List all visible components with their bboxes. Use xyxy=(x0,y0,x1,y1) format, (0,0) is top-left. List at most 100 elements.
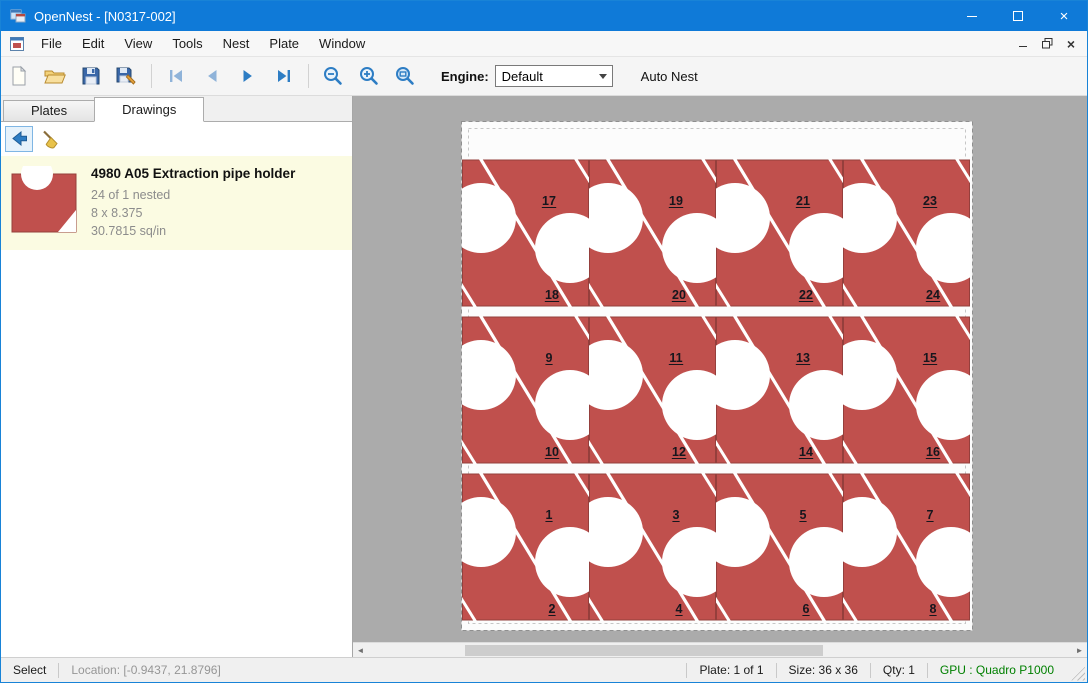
part-number-label: 22 xyxy=(799,288,813,302)
drawing-title: 4980 A05 Extraction pipe holder xyxy=(91,166,295,181)
engine-select[interactable]: Default xyxy=(495,65,613,87)
mdi-minimize-icon xyxy=(1019,46,1027,47)
part-number-label: 5 xyxy=(800,508,807,522)
app-window: OpenNest - [N0317-002] × File Edit View … xyxy=(0,0,1088,683)
minimize-icon xyxy=(967,16,977,17)
tab-plates[interactable]: Plates xyxy=(3,100,95,121)
part-number-label: 20 xyxy=(672,288,686,302)
part-number-label: 10 xyxy=(545,445,559,459)
sidebar: Plates Drawings xyxy=(1,96,353,657)
part-number-label: 7 xyxy=(927,508,934,522)
close-button[interactable]: × xyxy=(1041,1,1087,31)
zoom-in-button[interactable] xyxy=(351,60,387,92)
resize-grip[interactable] xyxy=(1070,666,1085,681)
document-icon xyxy=(9,36,25,52)
engine-selected-value: Default xyxy=(502,69,543,84)
part-number-label: 19 xyxy=(669,194,683,208)
zoom-fit-icon xyxy=(394,65,416,87)
save-button[interactable] xyxy=(73,60,109,92)
part-number-label: 4 xyxy=(676,602,683,616)
menu-tools[interactable]: Tools xyxy=(162,31,212,57)
window-title: OpenNest - [N0317-002] xyxy=(34,9,949,24)
drawing-info: 4980 A05 Extraction pipe holder 24 of 1 … xyxy=(91,166,295,240)
part-number-label: 2 xyxy=(549,602,556,616)
mdi-restore-button[interactable] xyxy=(1035,33,1059,55)
zoom-out-button[interactable] xyxy=(315,60,351,92)
part-number-label: 24 xyxy=(926,288,940,302)
save-icon xyxy=(80,65,102,87)
plate: 171819202122232491011121314151612345678 xyxy=(461,121,973,636)
save-edit-icon xyxy=(115,65,139,87)
previous-plate-button[interactable] xyxy=(194,60,230,92)
menu-plate[interactable]: Plate xyxy=(259,31,309,57)
status-plate: Plate: 1 of 1 xyxy=(687,663,775,677)
first-plate-button[interactable] xyxy=(158,60,194,92)
part-number-label: 18 xyxy=(545,288,559,302)
scroll-right-arrow-icon[interactable]: ► xyxy=(1072,643,1087,657)
part-number-label: 1 xyxy=(546,508,553,522)
clean-drawings-button[interactable] xyxy=(37,126,65,152)
new-file-button[interactable] xyxy=(1,60,37,92)
toolbar-separator xyxy=(308,64,309,88)
menu-window[interactable]: Window xyxy=(309,31,375,57)
scrollbar-thumb[interactable] xyxy=(465,645,823,656)
menu-file[interactable]: File xyxy=(31,31,72,57)
status-bar: Select Location: [-0.9437, 21.8796] Plat… xyxy=(1,657,1087,682)
minimize-button[interactable] xyxy=(949,1,995,31)
mdi-close-button[interactable]: × xyxy=(1059,33,1083,55)
part-number-label: 23 xyxy=(923,194,937,208)
plate-svg: 171819202122232491011121314151612345678 xyxy=(461,121,973,631)
drawing-list-item[interactable]: 4980 A05 Extraction pipe holder 24 of 1 … xyxy=(1,156,352,250)
new-file-icon xyxy=(8,65,30,87)
menu-edit[interactable]: Edit xyxy=(72,31,114,57)
mdi-minimize-button[interactable] xyxy=(1011,33,1035,55)
drawings-panel: 4980 A05 Extraction pipe holder 24 of 1 … xyxy=(1,121,352,657)
zoom-fit-button[interactable] xyxy=(387,60,423,92)
part-number-label: 14 xyxy=(799,445,813,459)
part-number-label: 15 xyxy=(923,351,937,365)
nest-canvas[interactable]: 171819202122232491011121314151612345678 … xyxy=(353,96,1087,657)
last-plate-button[interactable] xyxy=(266,60,302,92)
auto-nest-button[interactable]: Auto Nest xyxy=(635,65,704,88)
blue-arrow-left-icon xyxy=(8,128,30,150)
drawing-size: 8 x 8.375 xyxy=(91,204,295,222)
status-size: Size: 36 x 36 xyxy=(777,663,870,677)
part-number-label: 9 xyxy=(546,351,553,365)
scroll-left-arrow-icon[interactable]: ◄ xyxy=(353,643,368,657)
part-thumbnail xyxy=(9,166,79,234)
part-number-label: 3 xyxy=(673,508,680,522)
engine-label: Engine: xyxy=(441,69,489,84)
drawing-area: 30.7815 sq/in xyxy=(91,222,295,240)
title-bar[interactable]: OpenNest - [N0317-002] × xyxy=(1,1,1087,31)
zoom-out-icon xyxy=(322,65,344,87)
mdi-restore-icon xyxy=(1042,38,1053,49)
part-number-label: 17 xyxy=(542,194,556,208)
main-toolbar: Engine: Default Auto Nest xyxy=(1,57,1087,96)
save-edit-button[interactable] xyxy=(109,60,145,92)
drawings-toolbar xyxy=(1,122,352,156)
open-file-button[interactable] xyxy=(37,60,73,92)
next-plate-button[interactable] xyxy=(230,60,266,92)
menu-nest[interactable]: Nest xyxy=(213,31,260,57)
status-qty: Qty: 1 xyxy=(871,663,927,677)
status-gpu: GPU : Quadro P1000 xyxy=(928,663,1066,677)
toolbar-separator xyxy=(151,64,152,88)
part-number-label: 11 xyxy=(669,351,682,365)
open-folder-icon xyxy=(43,65,67,87)
part-number-label: 13 xyxy=(796,351,810,365)
import-drawing-button[interactable] xyxy=(5,126,33,152)
sidebar-tabstrip: Plates Drawings xyxy=(1,96,352,121)
horizontal-scrollbar[interactable]: ◄ ► xyxy=(353,642,1087,657)
app-icon xyxy=(10,8,26,24)
drawing-nested-count: 24 of 1 nested xyxy=(91,186,295,204)
part-number-label: 6 xyxy=(803,602,810,616)
status-location: Location: [-0.9437, 21.8796] xyxy=(59,663,232,677)
part-number-label: 21 xyxy=(796,194,810,208)
previous-arrow-icon xyxy=(202,66,222,86)
tab-drawings[interactable]: Drawings xyxy=(94,97,204,122)
menu-view[interactable]: View xyxy=(114,31,162,57)
menu-bar: File Edit View Tools Nest Plate Window × xyxy=(1,31,1087,57)
first-arrow-icon xyxy=(166,66,186,86)
zoom-in-icon xyxy=(358,65,380,87)
maximize-button[interactable] xyxy=(995,1,1041,31)
